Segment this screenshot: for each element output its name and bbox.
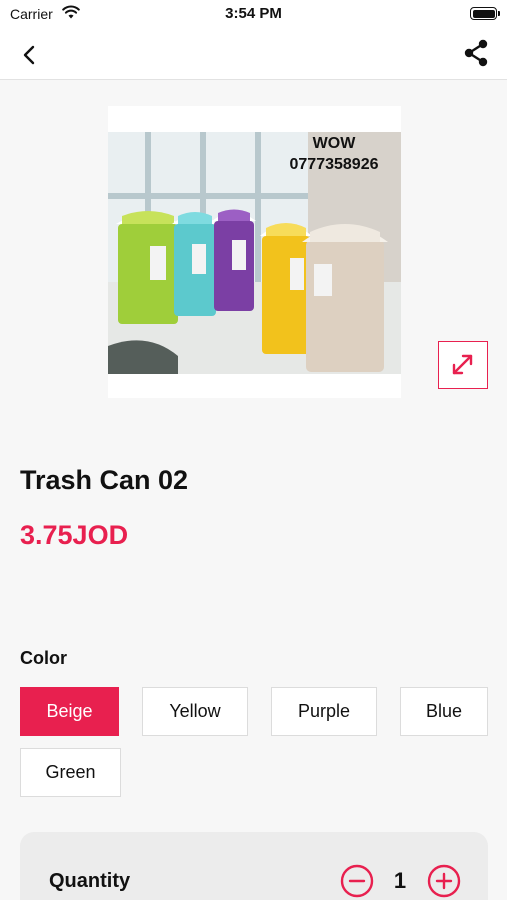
battery-icon [470, 7, 500, 20]
status-bar: Carrier 3:54 PM [0, 0, 507, 28]
back-button[interactable] [14, 40, 44, 70]
product-image[interactable]: WOW 0777358926 [108, 106, 401, 398]
minus-circle-icon [340, 864, 374, 898]
share-button[interactable] [461, 38, 491, 68]
color-label: Color [20, 648, 67, 668]
expand-image-button[interactable] [438, 341, 488, 389]
quantity-label: Quantity [49, 870, 131, 892]
color-option-beige[interactable]: Beige [20, 687, 119, 736]
share-icon [464, 39, 488, 67]
product-price: 3.75JOD [20, 520, 129, 550]
color-option-blue[interactable]: Blue [400, 687, 488, 736]
status-time: 3:54 PM [225, 5, 282, 22]
product-title: Trash Can 02 [20, 465, 189, 495]
color-option-yellow[interactable]: Yellow [142, 687, 248, 736]
trash-can-photo: WOW 0777358926 [108, 106, 401, 398]
quantity-value: 1 [393, 868, 407, 893]
plus-circle-icon [427, 864, 461, 898]
quantity-increase-button[interactable] [427, 864, 461, 898]
image-watermark-line2: 0777358926 [290, 156, 379, 173]
quantity-card: Quantity 1 [20, 832, 488, 900]
image-watermark-line1: WOW [313, 135, 357, 152]
chevron-left-icon [23, 45, 35, 65]
expand-icon [452, 354, 473, 375]
navigation-bar [0, 28, 507, 80]
color-option-purple[interactable]: Purple [271, 687, 377, 736]
quantity-decrease-button[interactable] [340, 864, 374, 898]
color-option-green[interactable]: Green [20, 748, 121, 797]
